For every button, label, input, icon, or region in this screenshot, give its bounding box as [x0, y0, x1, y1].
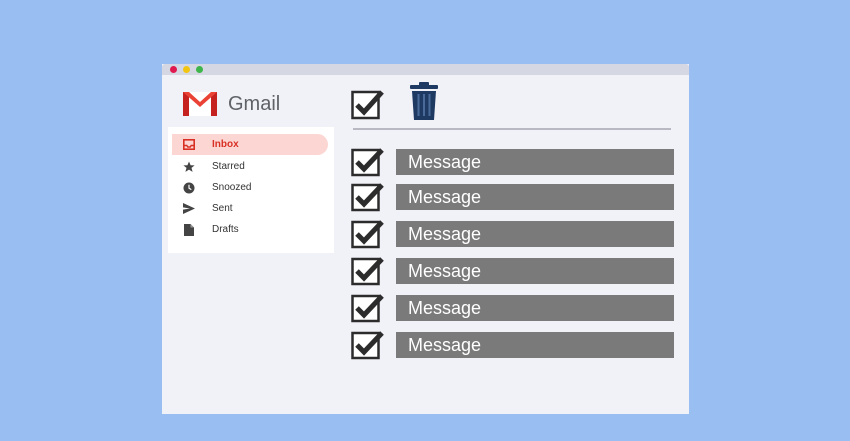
app-name: Gmail — [228, 93, 281, 115]
send-icon — [183, 203, 195, 215]
select-all-checkbox[interactable] — [351, 88, 385, 120]
maximize-window-button[interactable] — [196, 66, 203, 73]
gmail-logo-icon[interactable] — [183, 92, 217, 116]
message-row[interactable]: Message — [351, 330, 675, 360]
message-checkbox[interactable] — [351, 330, 385, 360]
sidebar-item-starred[interactable]: Starred — [172, 156, 328, 177]
draft-icon — [183, 223, 195, 236]
sidebar-item-inbox[interactable]: Inbox — [172, 134, 328, 155]
sidebar-item-snoozed[interactable]: Snoozed — [172, 177, 328, 198]
minimize-window-button[interactable] — [183, 66, 190, 73]
message-subject[interactable]: Message — [396, 332, 674, 358]
message-row[interactable]: Message — [351, 256, 675, 286]
sidebar-item-label: Starred — [212, 161, 245, 172]
message-subject[interactable]: Message — [396, 149, 674, 175]
sidebar: Inbox Starred Snoozed Sent Drafts — [168, 127, 334, 253]
message-row[interactable]: Message — [351, 147, 675, 177]
window-titlebar — [162, 64, 689, 75]
message-row[interactable]: Message — [351, 219, 675, 249]
star-icon — [183, 161, 195, 173]
message-checkbox[interactable] — [351, 182, 385, 212]
sidebar-item-label: Drafts — [212, 224, 239, 235]
trash-icon[interactable] — [409, 81, 439, 121]
sidebar-item-drafts[interactable]: Drafts — [172, 219, 328, 240]
message-checkbox[interactable] — [351, 147, 385, 177]
message-row[interactable]: Message — [351, 182, 675, 212]
message-checkbox[interactable] — [351, 219, 385, 249]
message-checkbox[interactable] — [351, 293, 385, 323]
message-subject[interactable]: Message — [396, 184, 674, 210]
sidebar-item-label: Inbox — [212, 139, 239, 150]
message-row[interactable]: Message — [351, 293, 675, 323]
message-subject[interactable]: Message — [396, 295, 674, 321]
inbox-icon — [183, 139, 195, 151]
sidebar-item-label: Sent — [212, 203, 233, 214]
message-checkbox[interactable] — [351, 256, 385, 286]
clock-icon — [183, 182, 195, 194]
sidebar-item-sent[interactable]: Sent — [172, 198, 328, 219]
message-subject[interactable]: Message — [396, 221, 674, 247]
browser-window: Gmail Inbox Starred Snoozed Sent Drafts … — [162, 64, 689, 414]
close-window-button[interactable] — [170, 66, 177, 73]
sidebar-item-label: Snoozed — [212, 182, 252, 193]
toolbar-divider — [353, 128, 671, 130]
message-subject[interactable]: Message — [396, 258, 674, 284]
